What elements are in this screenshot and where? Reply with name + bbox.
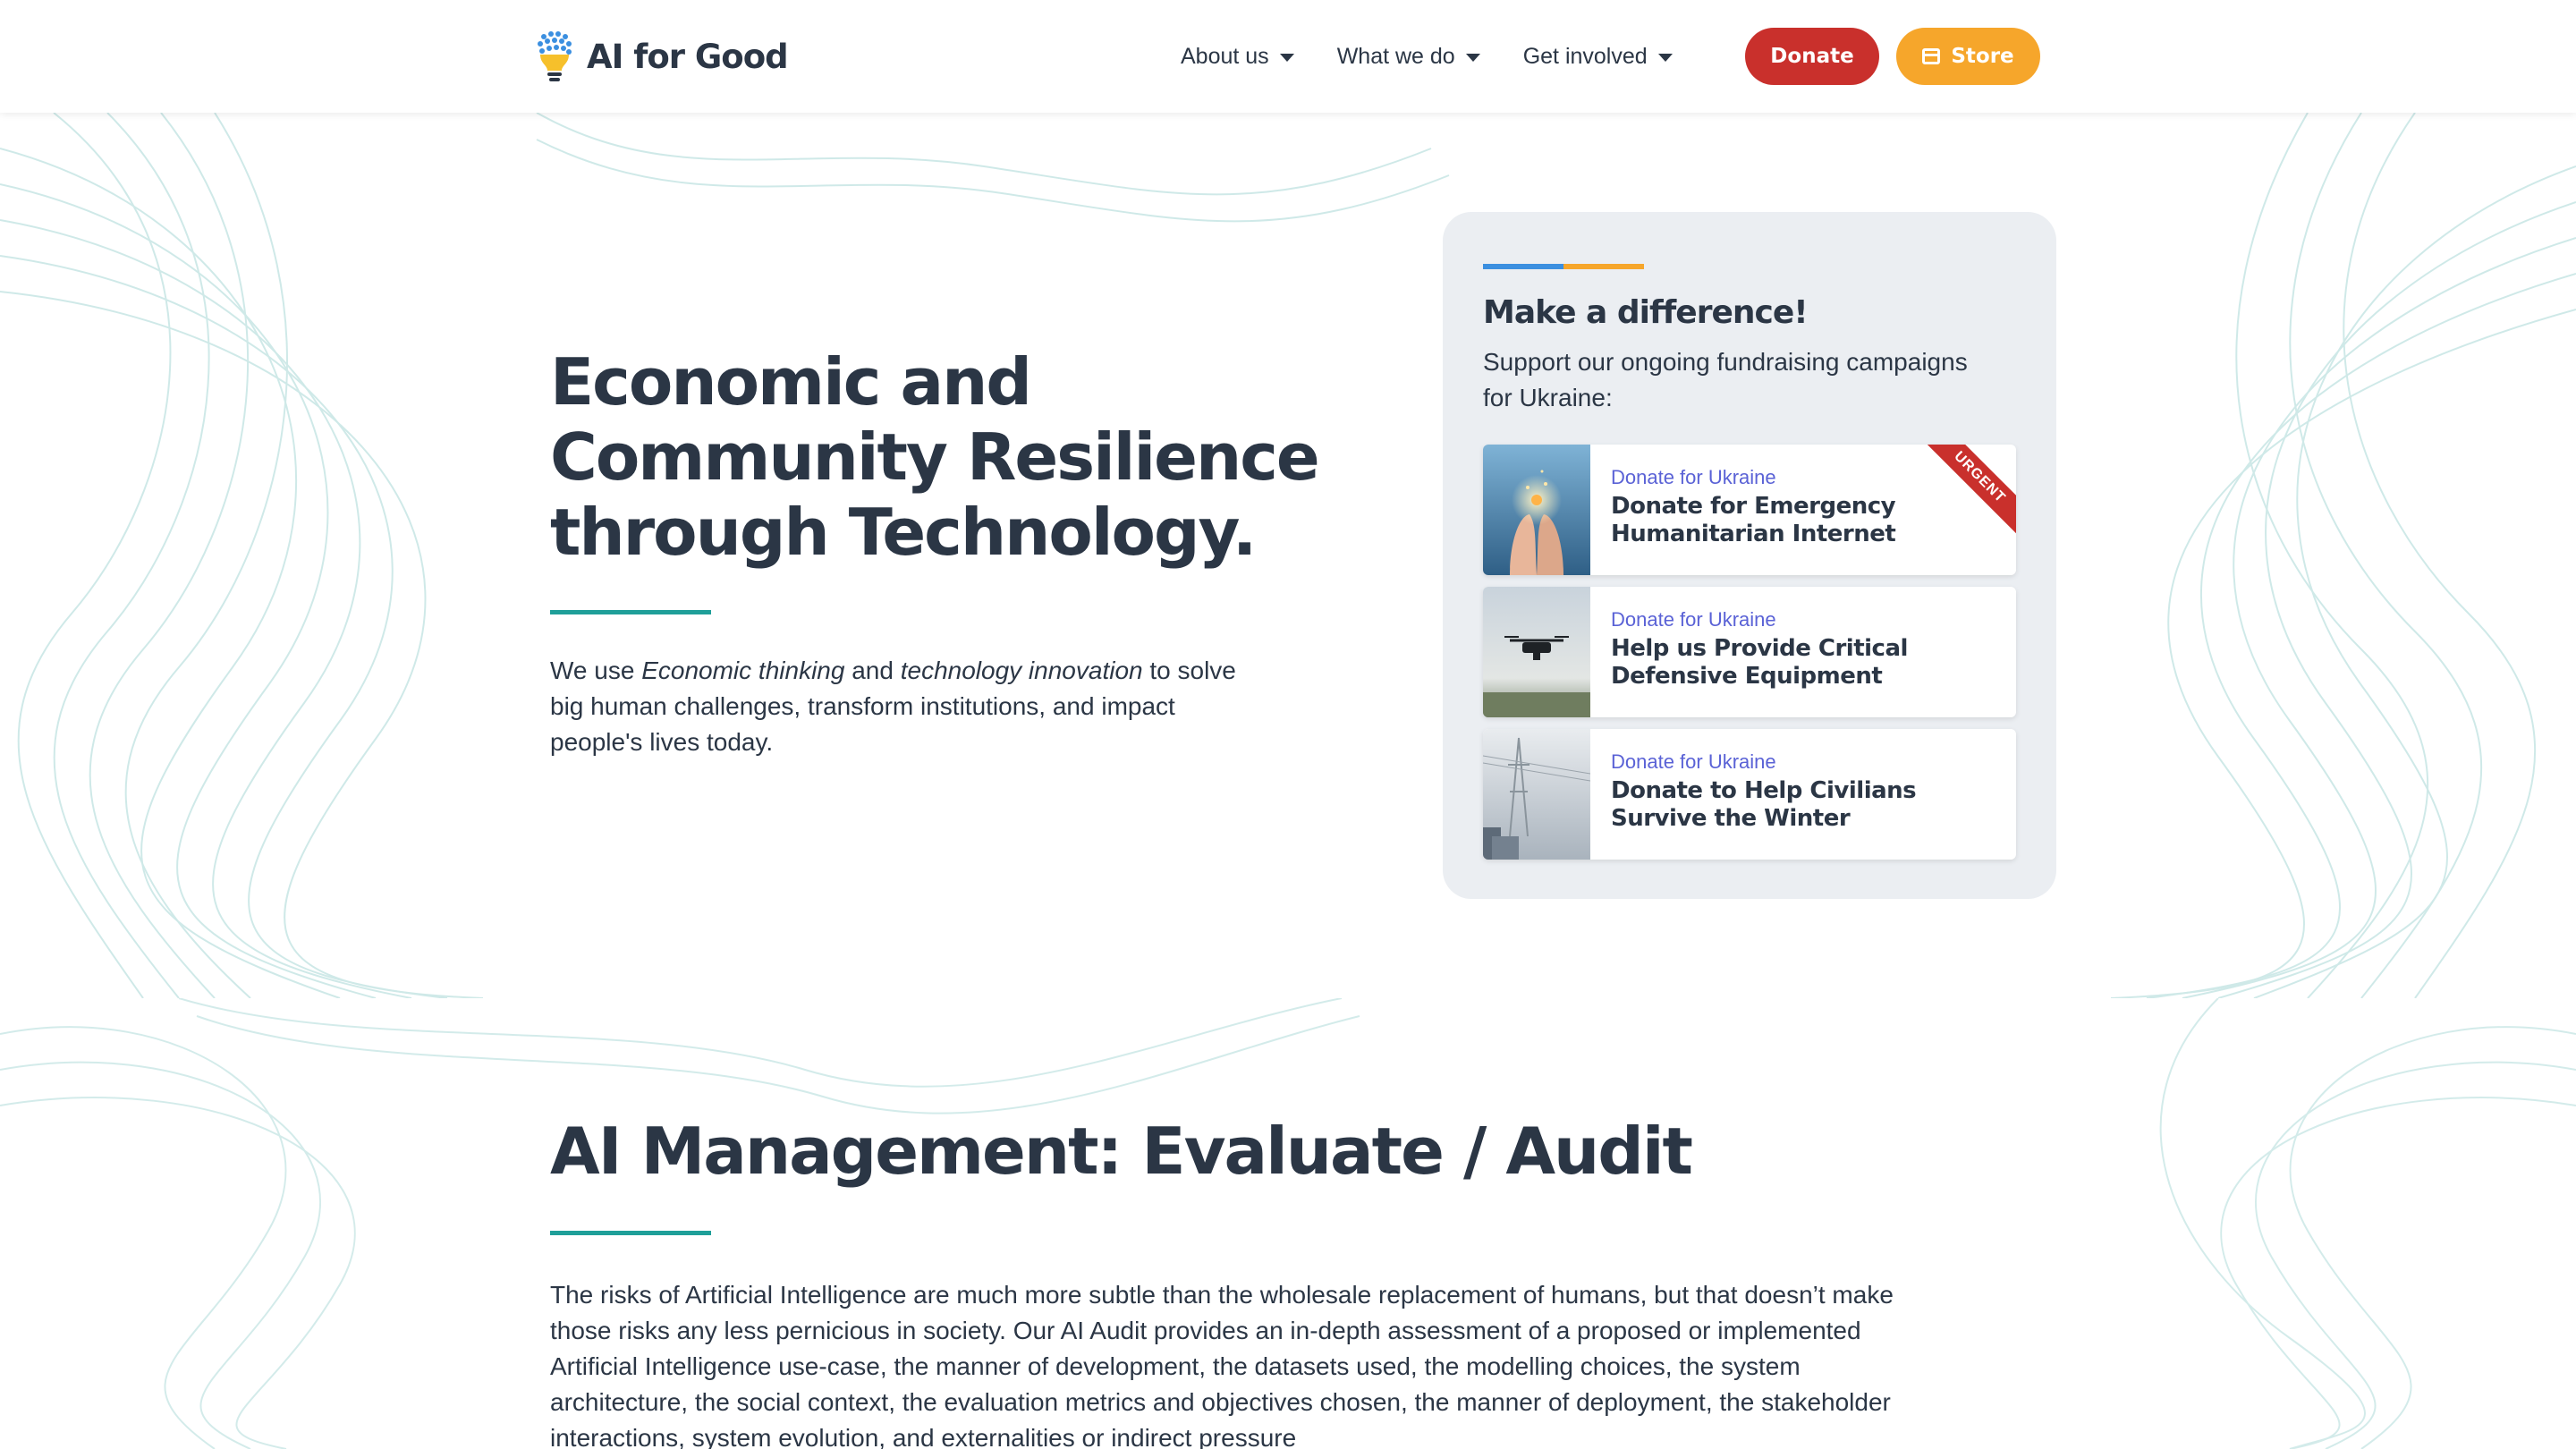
campaign-title[interactable]: Help us Provide Critical Defensive Equip… <box>1611 635 2004 691</box>
store-button-label: Store <box>1951 45 2014 68</box>
donate-button[interactable]: Donate <box>1745 28 1879 85</box>
page: AI for Good About us What we do Get invo… <box>0 0 2576 1449</box>
site-header: AI for Good About us What we do Get invo… <box>0 0 2576 113</box>
caret-down-icon <box>1465 54 1480 62</box>
nav-get-involved[interactable]: Get involved <box>1523 44 1673 70</box>
hero-accent-divider <box>550 610 711 614</box>
nav-label: About us <box>1181 43 1269 69</box>
store-icon <box>1922 48 1941 64</box>
campaign-item-winter[interactable]: Donate for Ukraine Donate to Help Civili… <box>1483 729 2016 860</box>
campaign-tag[interactable]: Donate for Ukraine <box>1611 608 1776 631</box>
hero-desc-text: and <box>844 657 901 684</box>
nav-what-we-do[interactable]: What we do <box>1337 44 1480 70</box>
hero-desc-emphasis: technology innovation <box>900 657 1143 684</box>
campaign-thumbnail-hands-light <box>1483 445 1590 575</box>
donate-button-label: Donate <box>1770 45 1854 68</box>
campaign-item-internet[interactable]: Donate for Ukraine Donate for Emergency … <box>1483 445 2016 575</box>
campaign-thumbnail-power-lines <box>1483 729 1591 860</box>
card-accent-bars <box>1483 264 1644 269</box>
hero-description: We use Economic thinking and technology … <box>550 653 1266 760</box>
campaign-title[interactable]: Donate for Emergency Humanitarian Intern… <box>1611 493 2004 548</box>
caret-down-icon <box>1657 54 1673 62</box>
card-subtitle: Support our ongoing fundraising campaign… <box>1483 348 1968 411</box>
logo-bulb-icon <box>533 30 576 83</box>
section-title-ai-management: AI Management: Evaluate / Audit <box>550 1114 1693 1189</box>
campaign-thumbnail-drone <box>1483 587 1590 717</box>
nav-label: What we do <box>1336 43 1455 69</box>
campaign-title[interactable]: Donate to Help Civilians Survive the Win… <box>1611 777 2004 833</box>
campaign-item-defensive-equipment[interactable]: Donate for Ukraine Help us Provide Criti… <box>1483 587 2016 717</box>
hero-desc-emphasis: Economic thinking <box>641 657 845 684</box>
store-button[interactable]: Store <box>1896 28 2040 85</box>
campaign-tag[interactable]: Donate for Ukraine <box>1611 466 1776 489</box>
caret-down-icon <box>1279 54 1294 62</box>
campaign-tag[interactable]: Donate for Ukraine <box>1611 750 1776 774</box>
hero-title: Economic and Community Resilience throug… <box>550 344 1320 570</box>
hero-desc-text: We use <box>550 657 642 684</box>
main-nav: About us What we do Get involved <box>1181 36 1716 77</box>
card-title: Make a difference! <box>1483 294 1809 331</box>
section-body-text: The risks of Artificial Intelligence are… <box>550 1281 1894 1449</box>
logo-text: AI for Good <box>587 37 789 76</box>
logo[interactable]: AI for Good <box>533 27 789 86</box>
nav-about-us[interactable]: About us <box>1181 44 1294 70</box>
donation-card: Make a difference! Support our ongoing f… <box>1443 212 2056 899</box>
nav-label: Get involved <box>1522 43 1648 69</box>
section-accent-divider <box>550 1231 711 1235</box>
